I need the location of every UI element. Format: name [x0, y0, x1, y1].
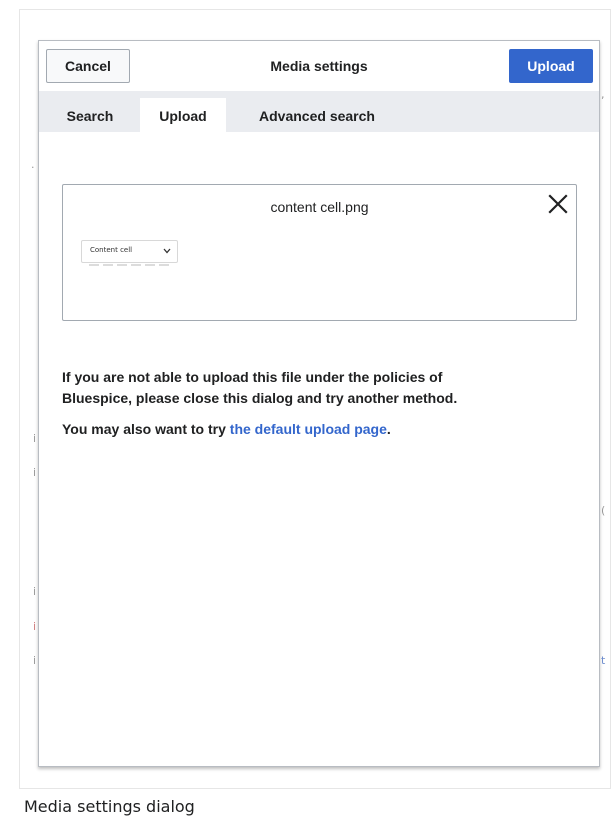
notice-line-3-prefix: You may also want to try [62, 421, 230, 437]
dialog-header: Cancel Media settings Upload [39, 41, 599, 91]
notice-line-1: If you are not able to upload this file … [62, 369, 443, 385]
upload-button[interactable]: Upload [509, 49, 593, 83]
background-text-fragment: t [601, 654, 606, 667]
tab-advanced-search[interactable]: Advanced search [237, 98, 397, 132]
background-text-fragment: i [33, 585, 37, 598]
thumbnail-select-label: Content cell [90, 246, 133, 254]
tab-upload[interactable]: Upload [140, 98, 226, 132]
background-text-fragment: i [33, 654, 37, 667]
figure-caption: Media settings dialog [24, 797, 195, 816]
thumbnail-ghost-text [89, 264, 169, 266]
background-text-fragment: , [601, 88, 605, 101]
background-text-fragment: ( [601, 504, 606, 517]
file-thumbnail: Content cell [81, 240, 181, 266]
file-name: content cell.png [270, 199, 369, 215]
notice-line-3: You may also want to try the default upl… [62, 419, 582, 440]
background-text-fragment: . [31, 158, 35, 171]
background-text-fragment: i [33, 620, 37, 633]
notice-line-3-suffix: . [386, 421, 391, 437]
chevron-down-icon [163, 248, 171, 254]
tab-bar: Search Upload Advanced search [39, 91, 599, 132]
close-icon[interactable] [547, 193, 569, 215]
thumbnail-select: Content cell [81, 240, 178, 263]
notice-line-2: Bluespice, please close this dialog and … [62, 390, 458, 406]
tab-search[interactable]: Search [51, 98, 129, 132]
media-settings-dialog: Cancel Media settings Upload Search Uplo… [38, 40, 600, 767]
default-upload-page-link[interactable]: the default upload page [230, 421, 387, 437]
background-text-fragment: i [33, 432, 37, 445]
cancel-button[interactable]: Cancel [46, 49, 130, 83]
background-text-fragment: i [33, 466, 37, 479]
upload-notice: If you are not able to upload this file … [62, 367, 582, 440]
file-preview: content cell.png Content cell [62, 184, 577, 321]
